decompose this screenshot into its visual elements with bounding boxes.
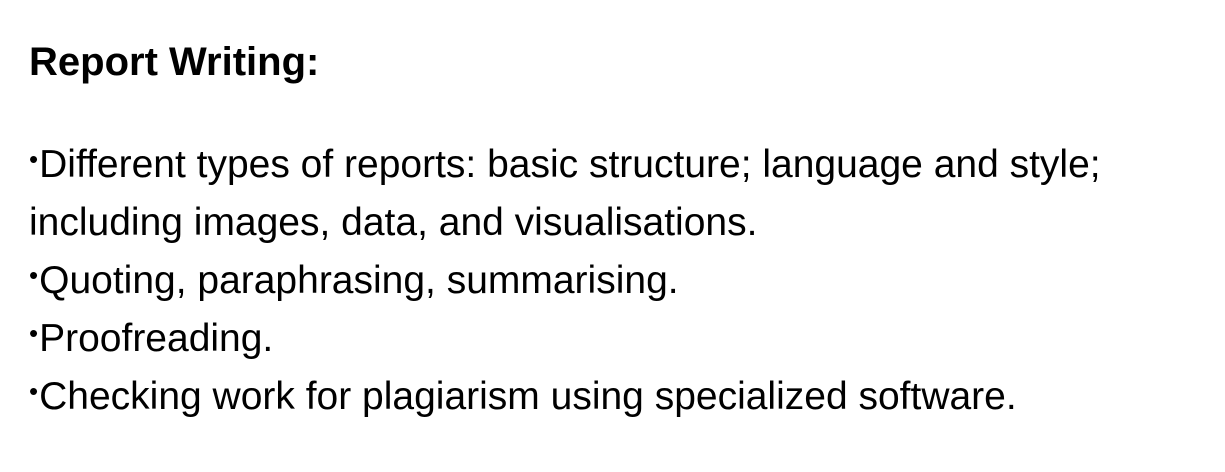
- bullet-text: Quoting, paraphrasing, summarising.: [39, 259, 679, 302]
- bullet-icon: •: [29, 376, 39, 406]
- bullet-item: •Proofreading.: [29, 310, 1199, 368]
- bullet-item: •Quoting, paraphrasing, summarising.: [29, 252, 1199, 310]
- bullet-text: Different types of reports: basic struct…: [29, 143, 1101, 244]
- bullet-item: •Checking work for plagiarism using spec…: [29, 368, 1199, 426]
- slide-title: Report Writing:: [29, 40, 320, 84]
- bullet-icon: •: [29, 260, 39, 290]
- slide: Report Writing: •Different types of repo…: [0, 0, 1225, 472]
- bullet-text: Checking work for plagiarism using speci…: [39, 375, 1017, 418]
- bullet-list: •Different types of reports: basic struc…: [29, 136, 1199, 426]
- bullet-icon: •: [29, 144, 39, 174]
- bullet-item: •Different types of reports: basic struc…: [29, 136, 1199, 252]
- bullet-text: Proofreading.: [39, 317, 274, 360]
- bullet-icon: •: [29, 318, 39, 348]
